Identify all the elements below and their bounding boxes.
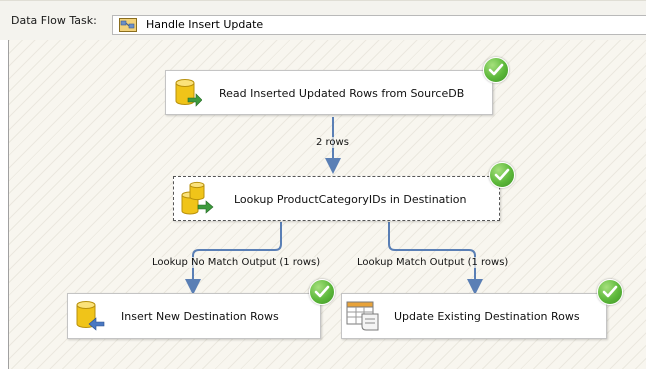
path-label-match: Lookup Match Output (1 rows) xyxy=(357,257,509,268)
path-no-match[interactable] xyxy=(185,222,282,295)
data-flow-task-dropdown[interactable]: Handle Insert Update xyxy=(112,15,646,35)
success-check-icon xyxy=(309,279,335,305)
success-check-icon xyxy=(489,162,515,188)
node-label: Read Inserted Updated Rows from SourceDB xyxy=(219,87,465,100)
data-flow-task-icon xyxy=(119,18,137,32)
success-check-icon xyxy=(597,279,623,305)
data-flow-task-label: Data Flow Task: xyxy=(11,14,97,27)
path-label-no-match: Lookup No Match Output (1 rows) xyxy=(152,257,321,268)
data-flow-toolbar: Data Flow Task: Handle Insert Update xyxy=(0,0,646,40)
path-label-read-to-lookup: 2 rows xyxy=(316,137,349,148)
source-component-read[interactable]: Read Inserted Updated Rows from SourceDB xyxy=(165,70,493,115)
data-flow-canvas[interactable]: 2 rows Lookup No Match Output (1 rows) L… xyxy=(8,40,646,369)
data-flow-task-name: Handle Insert Update xyxy=(146,18,264,31)
node-label: Insert New Destination Rows xyxy=(121,310,279,323)
node-label: Update Existing Destination Rows xyxy=(394,310,580,323)
node-label: Lookup ProductCategoryIDs in Destination xyxy=(234,193,467,206)
path-match[interactable] xyxy=(388,222,483,295)
database-destination-icon xyxy=(75,300,105,335)
success-check-icon xyxy=(483,57,509,83)
transform-component-update[interactable]: Update Existing Destination Rows xyxy=(341,293,607,339)
destination-component-insert[interactable]: Insert New Destination Rows xyxy=(67,293,321,339)
transform-component-lookup[interactable]: Lookup ProductCategoryIDs in Destination xyxy=(173,176,500,221)
designer-window: Data Flow Task: Handle Insert Update 2 r… xyxy=(0,0,646,369)
database-source-icon xyxy=(174,78,203,111)
lookup-icon xyxy=(180,181,216,220)
ole-db-command-icon xyxy=(346,300,382,335)
